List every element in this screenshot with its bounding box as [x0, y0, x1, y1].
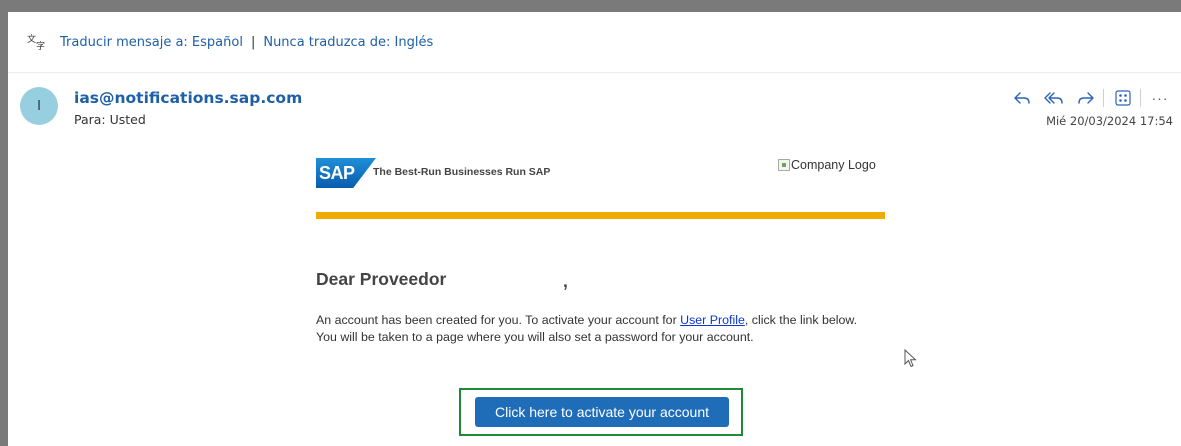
translation-bar: 文 字 Traducir mensaje a: Español | Nunca tr… [8, 12, 1181, 73]
never-translate-link[interactable]: Nunca traduzca de: Inglés [263, 35, 433, 50]
sender-address[interactable]: ias@notifications.sap.com [74, 89, 302, 107]
message-datetime: Mié 20/03/2024 17:54 [1046, 114, 1173, 128]
more-icon[interactable]: ··· [1149, 87, 1171, 109]
svg-text:字: 字 [36, 40, 45, 52]
svg-text:文: 文 [27, 33, 36, 45]
header-divider-bar [316, 212, 885, 219]
recipient-line: Para: Usted [74, 112, 146, 127]
company-logo-placeholder: Company Logo [778, 158, 876, 172]
greeting-heading: Dear Proveedor , [316, 269, 568, 291]
greeting-text: Dear Proveedor [316, 269, 447, 289]
toolbar-divider [1140, 89, 1141, 107]
translate-message-link[interactable]: Traducir mensaje a: Español [60, 35, 243, 50]
translate-separator: | [250, 35, 256, 50]
sender-avatar[interactable]: I [20, 87, 58, 125]
reply-icon[interactable] [1011, 87, 1033, 109]
cta-highlight-box: Click here to activate your account [459, 388, 743, 436]
forward-icon[interactable] [1075, 87, 1097, 109]
activation-paragraph: An account has been created for you. To … [316, 312, 876, 346]
translate-icon: 文 字 [27, 32, 47, 52]
email-reading-pane: 文 字 Traducir mensaje a: Español | Nunca tr… [8, 12, 1181, 446]
company-logo-alt-text: Company Logo [791, 158, 876, 172]
greeting-comma: , [563, 271, 568, 291]
apps-icon[interactable] [1112, 87, 1134, 109]
sap-tagline: The Best-Run Businesses Run SAP [373, 166, 551, 178]
user-profile-link[interactable]: User Profile [680, 313, 745, 327]
reply-all-icon[interactable] [1043, 87, 1065, 109]
sap-logo: SAP [316, 158, 376, 188]
message-actions-toolbar: ··· [1011, 87, 1171, 109]
activate-account-button[interactable]: Click here to activate your account [475, 397, 729, 427]
mouse-pointer-icon [904, 349, 917, 368]
paragraph-text-start: An account has been created for you. To … [316, 313, 681, 327]
broken-image-icon [778, 159, 790, 171]
toolbar-divider [1103, 89, 1104, 107]
